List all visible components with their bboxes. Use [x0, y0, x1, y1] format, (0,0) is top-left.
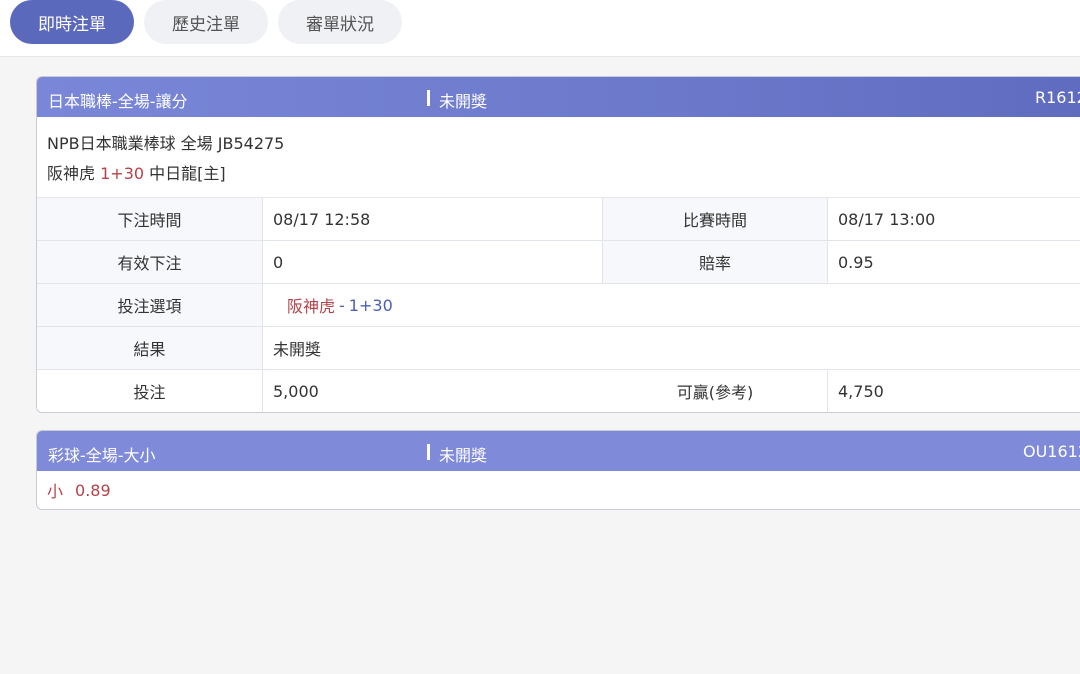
valid-bet-label: 有效下注: [37, 241, 263, 283]
result-value: 未開獎: [273, 340, 322, 359]
bet-time-label: 下注時間: [37, 198, 263, 240]
game-time-label: 比賽時間: [603, 198, 828, 240]
option-separator: -: [339, 295, 345, 315]
table-row: 結果 未開獎: [37, 327, 1080, 370]
pick-odds: 0.89: [75, 480, 111, 500]
stake-label: 投注: [37, 370, 263, 412]
stake-value: 5,000: [273, 381, 319, 401]
bet-id: OU1612: [1023, 442, 1080, 461]
tab-live-bets[interactable]: 即時注單: [10, 0, 134, 44]
bet-card-header: 日本職棒-全場-讓分 未開獎 R1612: [37, 77, 1080, 117]
table-row: 下注時間 08/17 12:58 比賽時間 08/17 13:00: [37, 198, 1080, 241]
teams-line: 阪神虎 1+30 中日龍[主]: [47, 159, 1080, 189]
game-time-value: 08/17 13:00: [838, 209, 936, 229]
table-row: 投注選項 阪神虎 - 1+30: [37, 284, 1080, 327]
potential-win-value: 4,750: [838, 381, 884, 401]
result-label: 結果: [37, 327, 263, 369]
bet-id: R1612: [1035, 88, 1080, 107]
bet-option-value: 阪神虎 - 1+30: [263, 284, 1080, 326]
handicap: 1+30: [100, 164, 145, 183]
table-row: 投注 5,000 可贏(參考) 4,750: [37, 370, 1080, 412]
option-team: 阪神虎: [287, 297, 336, 316]
tab-bar: 即時注單 歷史注單 審單狀況: [0, 0, 1080, 57]
match-line: NPB日本職業棒球 全場 JB54275: [47, 134, 285, 153]
bet-pick: 小 0.89: [37, 471, 1080, 509]
bet-status: 未開獎: [426, 88, 487, 112]
bet-card: 日本職棒-全場-讓分 未開獎 R1612 NPB日本職業棒球 全場 JB5427…: [36, 76, 1080, 413]
bet-time-value: 08/17 12:58: [263, 198, 603, 240]
pick-label: 小: [47, 482, 64, 501]
potential-win-label: 可贏(參考): [603, 370, 828, 412]
home-team: 阪神虎: [47, 164, 96, 183]
valid-bet-value: 0: [263, 241, 603, 283]
bet-card-header: 彩球-全場-大小 未開獎 OU1612: [37, 431, 1080, 471]
match-info: NPB日本職業棒球 全場 JB54275 阪神虎 1+30 中日龍[主]: [37, 117, 1080, 198]
odds-value: 0.95: [838, 252, 874, 272]
bet-type-title: 日本職棒-全場-讓分: [48, 92, 188, 111]
bet-status: 未開獎: [426, 442, 487, 466]
tab-review-status[interactable]: 審單狀況: [278, 0, 402, 44]
bet-type-title: 彩球-全場-大小: [48, 446, 156, 465]
tab-history-bets[interactable]: 歷史注單: [144, 0, 268, 44]
bet-card: 彩球-全場-大小 未開獎 OU1612 小 0.89: [36, 430, 1080, 510]
odds-label: 賠率: [603, 241, 828, 283]
bet-option-label: 投注選項: [37, 284, 263, 326]
bet-details-table: 下注時間 08/17 12:58 比賽時間 08/17 13:00 有效下注 0…: [37, 198, 1080, 412]
table-row: 有效下注 0 賠率 0.95: [37, 241, 1080, 284]
option-handicap: 1+30: [348, 295, 393, 315]
away-team: 中日龍[主]: [149, 164, 226, 183]
